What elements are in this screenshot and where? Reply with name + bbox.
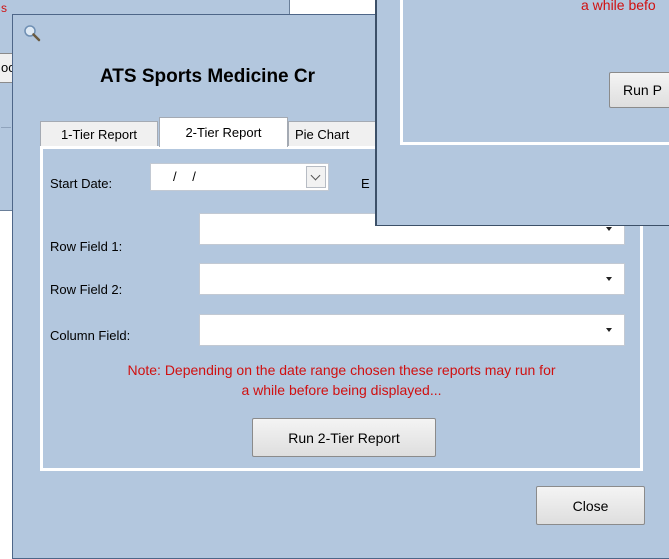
row-field-2-label: Row Field 2: (50, 282, 123, 297)
bg-left-partial-text-1: s (1, 1, 7, 15)
start-date-picker[interactable]: / / (150, 163, 329, 191)
magnifier-icon (23, 24, 41, 42)
row-field-2-select[interactable] (199, 263, 625, 295)
background-window-right: a while befo Run P (375, 0, 669, 226)
tab-pie-chart[interactable]: Pie Chart (288, 121, 378, 146)
tab-1-tier-report-label: 1-Tier Report (60, 126, 138, 142)
tab-1-tier-report[interactable]: 1-Tier Report (40, 121, 158, 146)
tab-2-tier-report-label: 2-Tier Report (185, 125, 262, 140)
dropdown-arrow-icon (606, 328, 612, 332)
dropdown-arrow-icon (606, 277, 612, 281)
bg-right-note-partial: a while befo (581, 0, 656, 13)
bg-right-run-button[interactable]: Run P (609, 72, 669, 108)
note-line-2: a while before being displayed... (241, 382, 442, 398)
column-field-label: Column Field: (50, 328, 131, 343)
start-date-dropdown-button[interactable] (306, 166, 326, 188)
close-button-label: Close (572, 497, 609, 514)
bg-left-divider (1, 127, 11, 128)
run-2-tier-report-button-label: Run 2-Tier Report (288, 429, 400, 446)
bg-right-run-button-label: Run P (623, 82, 662, 98)
end-date-label-partial: E (361, 176, 370, 191)
tab-pie-chart-label: Pie Chart (295, 126, 350, 142)
close-button[interactable]: Close (536, 486, 645, 525)
run-2-tier-report-button[interactable]: Run 2-Tier Report (252, 418, 436, 457)
dropdown-arrow-icon (606, 227, 612, 231)
tab-2-tier-report[interactable]: 2-Tier Report (159, 117, 288, 147)
chevron-down-icon (310, 170, 321, 181)
note-line-1: Note: Depending on the date range chosen… (127, 362, 556, 378)
start-date-label: Start Date: (50, 176, 113, 191)
column-field-select[interactable] (199, 314, 625, 346)
start-date-value: / / (173, 169, 202, 184)
app-title: ATS Sports Medicine Cr (100, 66, 316, 87)
row-field-1-label: Row Field 1: (50, 239, 123, 254)
